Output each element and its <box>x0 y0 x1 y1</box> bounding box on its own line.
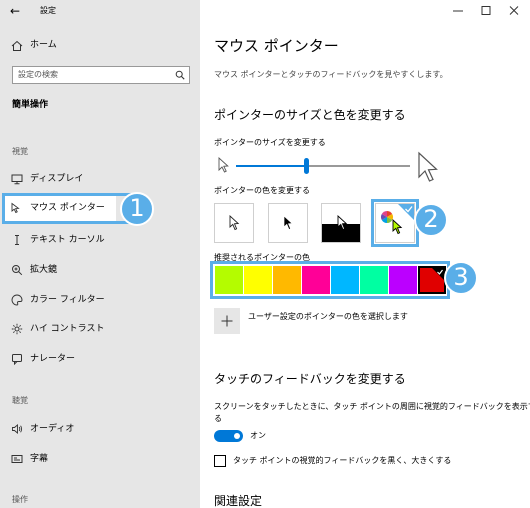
text-cursor-icon <box>15 235 19 245</box>
slider-thumb[interactable] <box>304 158 309 174</box>
page-title: マウス ポインター <box>214 37 339 55</box>
pointer-style-inverted[interactable] <box>321 203 361 243</box>
color-swatch[interactable] <box>360 266 388 294</box>
page-description: マウス ポインターとタッチのフィードバックを見やすくします。 <box>214 70 448 79</box>
color-swatch[interactable] <box>302 266 330 294</box>
inverted-pointer-icon <box>337 215 348 231</box>
slider-fill <box>236 165 306 167</box>
callout-badge-1: 1 <box>120 192 154 226</box>
speaker-icon <box>12 424 23 434</box>
nav-home-label: ホーム <box>30 40 57 50</box>
related-settings-title: 関連設定 <box>214 494 263 508</box>
touch-feedback-toggle[interactable] <box>214 430 243 442</box>
color-swatch[interactable] <box>389 266 417 294</box>
color-swatch[interactable] <box>273 266 301 294</box>
dark-feedback-checkbox[interactable] <box>214 455 226 467</box>
sidebar-item-label: 字幕 <box>30 454 49 464</box>
home-icon <box>11 40 23 51</box>
back-arrow-icon[interactable]: ← <box>10 4 20 18</box>
custom-color-label[interactable]: ユーザー設定のポインターの色を選択します <box>248 312 408 322</box>
pointer-style-black[interactable] <box>268 203 308 243</box>
section-heading-touch: タッチのフィードバックを変更する <box>214 372 406 386</box>
black-pointer-icon <box>283 215 294 230</box>
color-label: ポインターの色を変更する <box>214 186 310 195</box>
swatch-check-icon <box>432 268 444 280</box>
group-vision-heading: 視覚 <box>12 147 28 156</box>
custom-color-button[interactable] <box>214 308 240 334</box>
sidebar-item-label: ナレーター <box>30 354 76 364</box>
color-swatch[interactable] <box>418 266 446 294</box>
palette-icon <box>11 294 23 306</box>
sidebar-item-label: テキスト カーソル <box>30 235 105 245</box>
small-pointer-icon <box>218 157 229 173</box>
maximize-icon[interactable] <box>472 0 500 22</box>
sidebar-item-label: 拡大鏡 <box>30 265 58 275</box>
sidebar-item-label: ハイ コントラスト <box>30 324 105 334</box>
minimize-icon[interactable] <box>444 0 472 22</box>
sidebar-item-label: オーディオ <box>30 424 75 434</box>
plus-icon <box>221 315 233 327</box>
color-swatch[interactable] <box>331 266 359 294</box>
window-title: 設定 <box>40 6 56 15</box>
toggle-knob <box>234 433 240 439</box>
close-icon[interactable] <box>500 0 528 22</box>
callout-badge-3: 3 <box>444 261 478 295</box>
category-title: 簡単操作 <box>12 100 49 110</box>
pointer-style-white[interactable] <box>214 203 254 243</box>
touch-description-line1: スクリーンをタッチしたときに、タッチ ポイントの周囲に視覚的フィードバックを表示… <box>214 402 530 411</box>
search-input[interactable]: 設定の検索 <box>18 70 58 80</box>
narrator-icon <box>12 354 22 365</box>
callout-highlight-1 <box>2 193 134 224</box>
contrast-icon <box>11 323 23 335</box>
group-hearing-heading: 聴覚 <box>12 396 28 405</box>
sidebar-item-label: ディスプレイ <box>30 174 84 184</box>
search-icon[interactable] <box>175 70 185 80</box>
monitor-icon <box>11 174 23 185</box>
dark-feedback-label[interactable]: タッチ ポイントの視覚的フィードバックを黒く、大きくする <box>233 456 451 466</box>
section-heading-size-color: ポインターのサイズと色を変更する <box>214 108 406 122</box>
large-pointer-icon <box>418 151 438 182</box>
size-label: ポインターのサイズを変更する <box>214 138 326 147</box>
callout-badge-2: 2 <box>414 203 448 237</box>
magnifier-icon <box>12 265 23 276</box>
color-swatch[interactable] <box>215 266 243 294</box>
sidebar-item-label: カラー フィルター <box>30 295 105 305</box>
color-swatch[interactable] <box>244 266 272 294</box>
callout-highlight-2 <box>371 199 419 247</box>
sidebar: ← 設定 ホーム 設定の検索 簡単操作 視覚 ディスプレイ マウス ポインター … <box>0 0 200 508</box>
toggle-state-label: オン <box>250 431 266 440</box>
group-interaction-heading: 操作 <box>12 495 28 504</box>
search-box[interactable]: 設定の検索 <box>12 66 190 84</box>
touch-description-line2: る <box>214 414 222 423</box>
white-pointer-icon <box>229 215 240 231</box>
captions-icon <box>11 455 23 463</box>
